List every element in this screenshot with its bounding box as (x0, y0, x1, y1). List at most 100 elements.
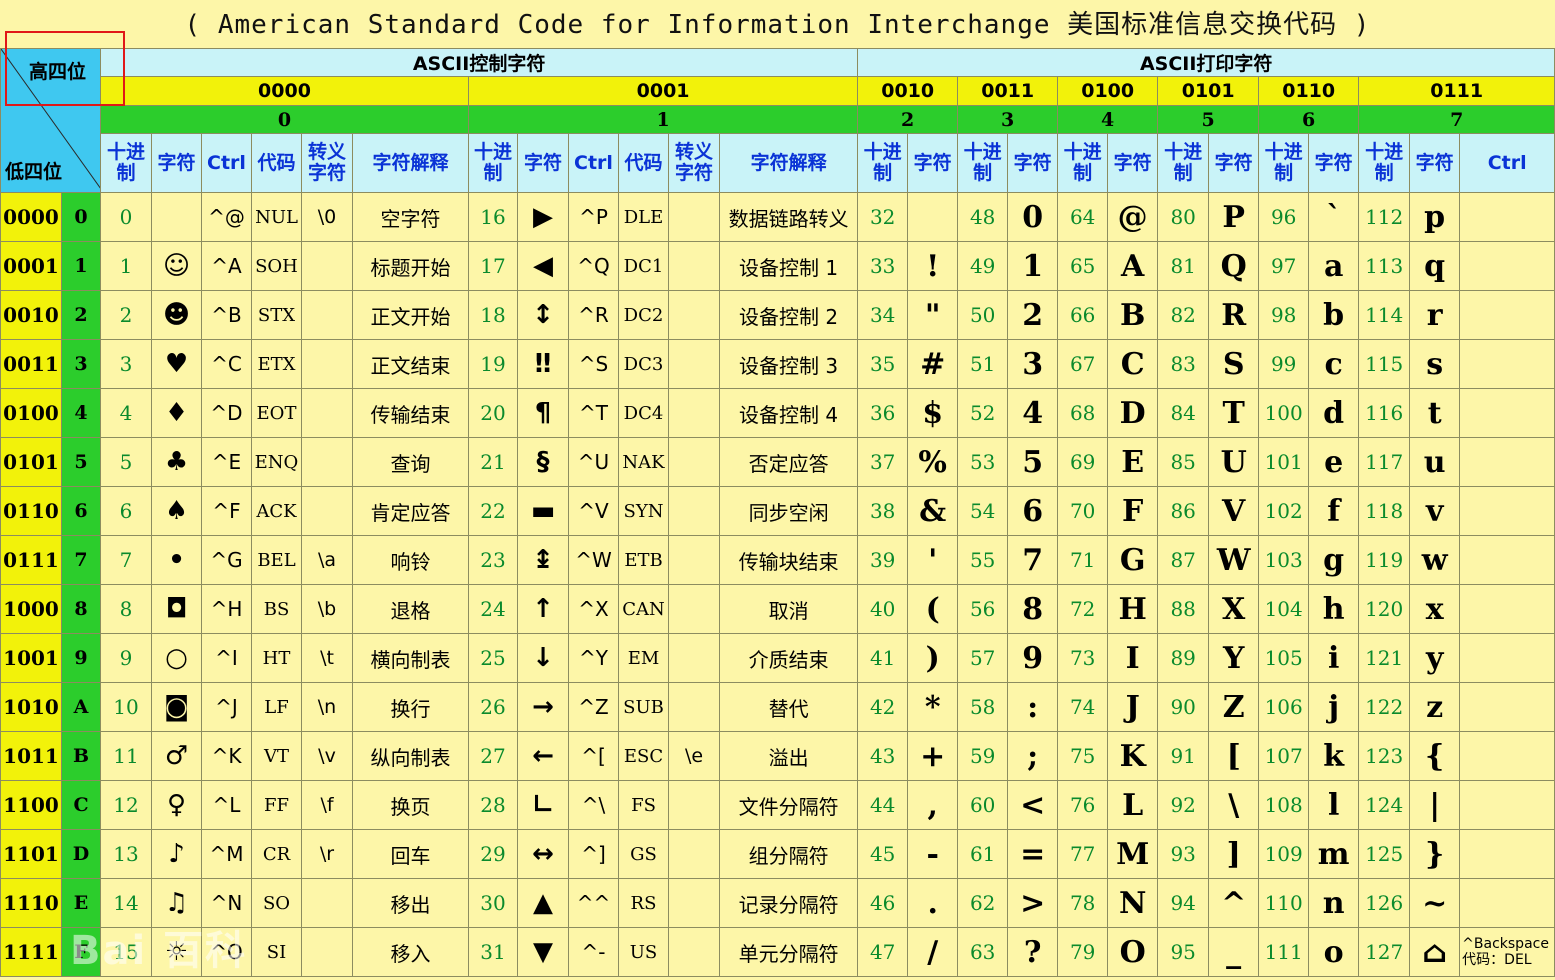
description-cell: 文件分隔符 (718, 780, 859, 830)
last-ctrl-cell (1459, 241, 1555, 291)
ctrl-key-cell: ^\ (568, 780, 619, 830)
decimal-cell: 24 (468, 584, 518, 634)
table-row: 0101 5 5 ♣ ^E ENQ 查询 21 § ^U NAK 否定应答 37% 53 5 69 E 85 U 10… (0, 437, 1555, 487)
ctrl-key-cell: ^P (568, 192, 619, 242)
ascii-table: 高四位 低四位 ASCII控制字符 ASCII打印字符 0000 0001 0010… (0, 48, 1555, 977)
decimal-cell: 90 (1157, 682, 1210, 732)
description-cell: 移出 (352, 878, 469, 928)
description-cell: 响铃 (352, 535, 469, 585)
char-cell: Y (1208, 633, 1260, 683)
low-bits-cell: 0001 (0, 241, 62, 291)
char-cell: \ (1208, 780, 1260, 830)
symbol-cell: ♪ (151, 829, 202, 879)
char-cell: ; (1007, 731, 1059, 781)
code-cell: RS (618, 878, 669, 928)
description-cell: 同步空闲 (718, 486, 859, 536)
high-bits-7: 0111 (1358, 76, 1555, 106)
decimal-cell: 5 (100, 437, 152, 487)
code-cell: ETX (251, 339, 302, 389)
low-hex-cell: B (61, 731, 101, 781)
char-cell: ( (907, 584, 959, 634)
char-cell: V (1208, 486, 1260, 536)
col-header-print4-1: 字符 (1308, 133, 1360, 193)
escape-cell (301, 290, 353, 340)
decimal-cell: 83 (1157, 339, 1210, 389)
decimal-cell: 19 (468, 339, 518, 389)
char-cell: 9 (1007, 633, 1059, 683)
ctrl-key-cell: ^] (568, 829, 619, 879)
decimal-cell: 54 (957, 486, 1009, 536)
high-hex-4: 4 (1057, 105, 1159, 134)
char-cell: ^ (1208, 878, 1260, 928)
description-cell: 标题开始 (352, 241, 469, 291)
col-header-ctrl1-0: 十进制 (468, 133, 518, 193)
low-hex-cell: F (61, 927, 101, 977)
highlight-box (5, 31, 125, 106)
high-bits-6: 0110 (1258, 76, 1360, 106)
low-hex-cell: D (61, 829, 101, 879)
col-header-ctrl0-2: Ctrl (201, 133, 252, 193)
decimal-cell: 39 (857, 535, 909, 585)
decimal-cell: 56 (957, 584, 1009, 634)
decimal-cell: 50 (957, 290, 1009, 340)
ctrl-key-cell: ^U (568, 437, 619, 487)
low-hex-cell: 3 (61, 339, 101, 389)
char-cell: n (1308, 878, 1360, 928)
last-ctrl-cell (1459, 290, 1555, 340)
description-cell: 换行 (352, 682, 469, 732)
symbol-cell: ♀ (151, 780, 202, 830)
col-header-print0-1: 字符 (907, 133, 959, 193)
description-cell: 移入 (352, 927, 469, 977)
decimal-cell: 116 (1358, 388, 1411, 438)
ctrl-key-cell: ^R (568, 290, 619, 340)
description-cell: 纵向制表 (352, 731, 469, 781)
char-cell: H (1107, 584, 1159, 634)
char-cell: O (1107, 927, 1159, 977)
char-cell: ' (907, 535, 959, 585)
decimal-cell: 86 (1157, 486, 1210, 536)
col-header-print0-0: 十进制 (857, 133, 909, 193)
table-row: 1101 D 13 ♪ ^M CR \r 回车 29 ↔ ^] GS 组分隔符 45-61 = 77 M 93] 1… (0, 829, 1555, 879)
escape-cell (301, 927, 353, 977)
char-cell: _ (1208, 927, 1260, 977)
decimal-cell: 0 (100, 192, 152, 242)
decimal-cell: 123 (1358, 731, 1411, 781)
char-cell: } (1409, 829, 1461, 879)
code-cell: DC2 (618, 290, 669, 340)
decimal-cell: 106 (1258, 682, 1310, 732)
high-bits-2: 0010 (857, 76, 959, 106)
symbol-cell: ▲ (517, 878, 569, 928)
decimal-cell: 1 (100, 241, 152, 291)
escape-cell (301, 339, 353, 389)
decimal-cell: 41 (857, 633, 909, 683)
low-hex-cell: 5 (61, 437, 101, 487)
ctrl-key-cell: ^C (201, 339, 252, 389)
table-row: 0111 7 7 • ^G BEL \a 响铃 23 ↨ ^W ETB 传输块结束 39 ' 55 7 71 G 87… (0, 535, 1555, 585)
ctrl-key-cell: ^[ (568, 731, 619, 781)
char-cell: + (907, 731, 959, 781)
col-header-ctrl1-2: Ctrl (568, 133, 619, 193)
decimal-cell: 22 (468, 486, 518, 536)
code-cell: US (618, 927, 669, 977)
ctrl-key-cell: ^B (201, 290, 252, 340)
high-hex-2: 2 (857, 105, 959, 134)
char-cell: d (1308, 388, 1360, 438)
decimal-cell: 127 (1358, 927, 1411, 977)
char-cell: B (1107, 290, 1159, 340)
char-cell: R (1208, 290, 1260, 340)
last-ctrl-cell (1459, 878, 1555, 928)
decimal-cell: 95 (1157, 927, 1210, 977)
char-cell: ` (1308, 192, 1360, 242)
char-cell: a (1308, 241, 1360, 291)
decimal-cell: 70 (1057, 486, 1109, 536)
decimal-cell: 23 (468, 535, 518, 585)
decimal-cell: 110 (1258, 878, 1310, 928)
symbol-cell: ↨ (517, 535, 569, 585)
low-bits-cell: 1110 (0, 878, 62, 928)
low-bits-cell: 1000 (0, 584, 62, 634)
last-ctrl-cell (1459, 682, 1555, 732)
char-cell: m (1308, 829, 1360, 879)
decimal-cell: 30 (468, 878, 518, 928)
code-cell: BS (251, 584, 302, 634)
decimal-cell: 37 (857, 437, 909, 487)
